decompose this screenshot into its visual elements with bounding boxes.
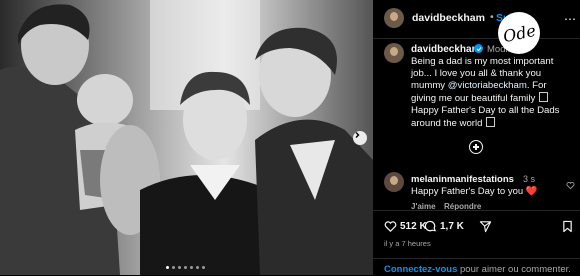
comment-heart-icon[interactable] <box>566 181 575 190</box>
like-button[interactable]: 512 K <box>384 220 427 233</box>
caption-username[interactable]: davidbeckham <box>411 44 480 55</box>
carousel-dot <box>190 266 193 269</box>
likes-count: 512 K <box>400 221 427 232</box>
post-actions: 512 K 1,7 K il y a 7 heures <box>373 210 580 261</box>
verified-icon <box>474 44 483 53</box>
family-photo-image <box>0 0 373 275</box>
save-button[interactable] <box>562 220 573 233</box>
login-link[interactable]: Connectez-vous <box>384 264 457 275</box>
next-photo-button[interactable] <box>353 131 367 145</box>
mention-link[interactable]: @victoriabeckham <box>448 80 527 91</box>
posted-time: il y a 7 heures <box>384 239 431 248</box>
more-icon[interactable]: ⋯ <box>564 12 576 26</box>
comment-username[interactable]: melaninmanifestations <box>411 174 514 185</box>
caption-avatar[interactable] <box>384 43 404 63</box>
emoji-icon <box>486 117 496 127</box>
login-bar: Connectez-vous pour aimer ou commenter. <box>373 258 580 276</box>
carousel-dot <box>178 266 181 269</box>
heart-icon <box>384 221 397 232</box>
separator-dot: • <box>490 11 494 23</box>
comments-count: 1,7 K <box>440 221 464 232</box>
post-header: davidbeckham • Suivre ⋯ <box>373 0 580 39</box>
post-photo[interactable] <box>0 0 373 275</box>
share-icon <box>479 221 492 233</box>
save-icon <box>563 220 572 233</box>
post-panel: davidbeckham • Suivre ⋯ davidbeckham Mod… <box>373 0 580 275</box>
family-emoji-icon <box>538 92 548 102</box>
carousel-dot <box>166 266 169 269</box>
comment-button[interactable]: 1,7 K <box>424 220 464 233</box>
header-username[interactable]: davidbeckham <box>412 12 485 24</box>
avatar[interactable] <box>384 8 404 28</box>
caption-text: Being a dad is my most important job... … <box>411 56 573 130</box>
carousel-dots <box>166 266 205 269</box>
comment-avatar[interactable] <box>384 172 404 192</box>
carousel-dot <box>202 266 205 269</box>
login-prompt: Connectez-vous pour aimer ou commenter. <box>384 264 571 275</box>
chevron-right-icon <box>355 132 360 138</box>
load-more-comments-button[interactable] <box>469 140 483 154</box>
comment-time: 3 s <box>523 174 536 184</box>
share-button[interactable] <box>479 220 492 233</box>
carousel-dot <box>184 266 187 269</box>
carousel-dot <box>196 266 199 269</box>
carousel-dot <box>172 266 175 269</box>
watermark-logo: Ode <box>498 12 540 54</box>
comment-icon <box>424 220 437 232</box>
comment-text: Happy Father's Day to you ❤️ <box>411 186 538 197</box>
